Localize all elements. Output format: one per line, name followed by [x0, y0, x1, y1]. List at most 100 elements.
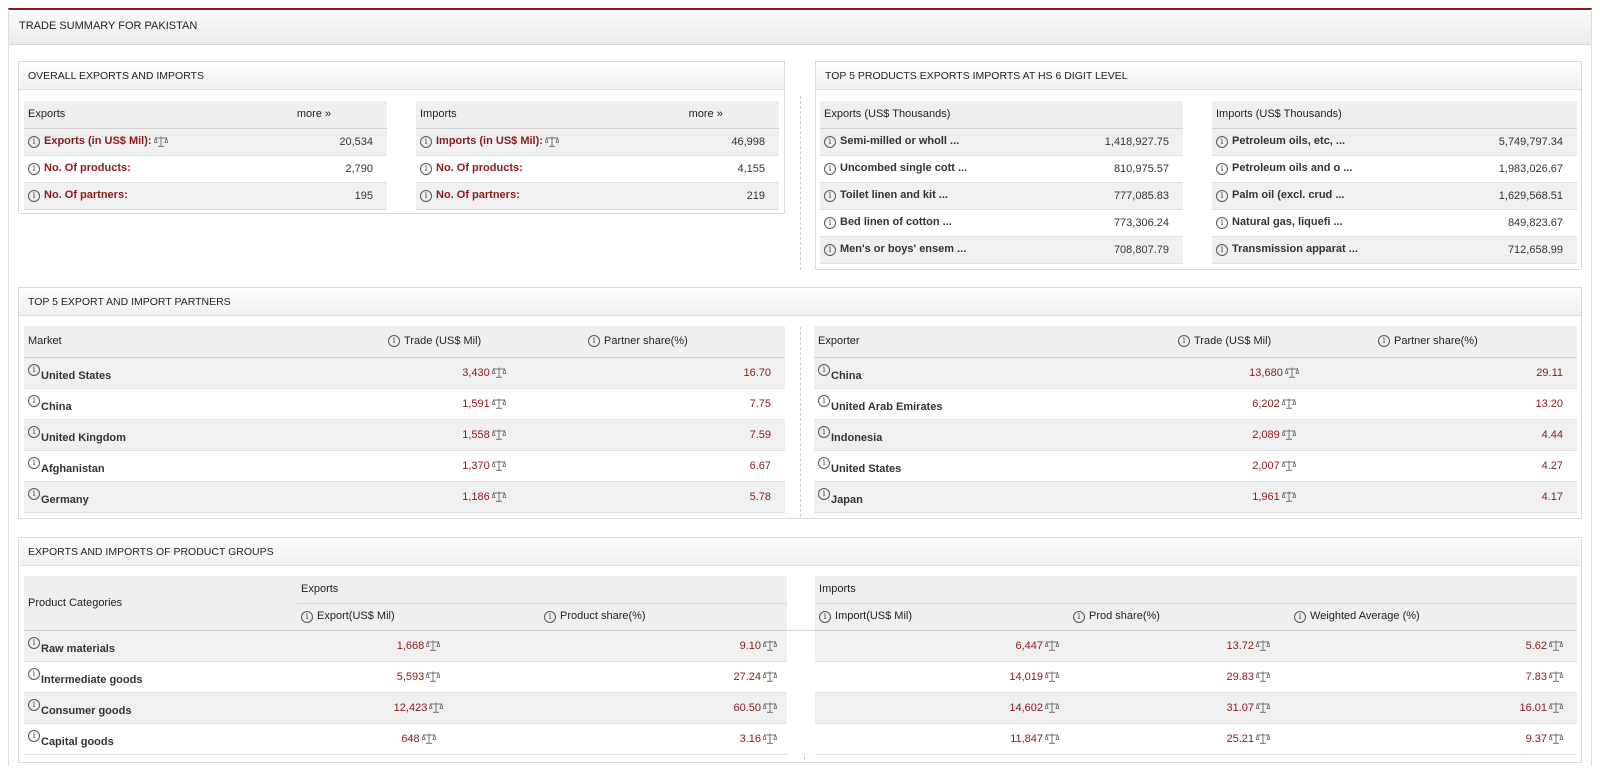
- partner-name[interactable]: Germany: [41, 488, 89, 506]
- partner-name[interactable]: Indonesia: [831, 426, 882, 444]
- info-icon[interactable]: i: [818, 487, 830, 500]
- partner-name[interactable]: Japan: [831, 488, 863, 506]
- info-icon[interactable]: i: [301, 610, 313, 623]
- overall-row-label[interactable]: Imports (in US$ Mil):: [436, 135, 543, 147]
- info-icon[interactable]: i: [28, 162, 40, 175]
- overall-row-label[interactable]: No. Of partners:: [44, 189, 128, 201]
- overall-row-label[interactable]: Exports (in US$ Mil):: [44, 135, 152, 147]
- info-icon[interactable]: i: [818, 394, 830, 407]
- info-icon[interactable]: i: [28, 189, 40, 202]
- info-icon[interactable]: i: [818, 425, 830, 438]
- partner-name[interactable]: China: [831, 364, 862, 382]
- info-icon[interactable]: i: [28, 456, 40, 469]
- product-name[interactable]: Petroleum oils, etc, ...: [1232, 135, 1345, 147]
- info-icon[interactable]: i: [28, 698, 40, 711]
- info-icon[interactable]: i: [420, 162, 432, 175]
- info-icon[interactable]: i: [28, 394, 40, 407]
- info-icon[interactable]: i: [818, 456, 830, 469]
- scale-icon[interactable]: [491, 367, 506, 378]
- partner-name[interactable]: United Arab Emirates: [831, 395, 942, 413]
- product-name[interactable]: Palm oil (excl. crud ...: [1232, 189, 1344, 201]
- info-icon[interactable]: i: [544, 610, 556, 623]
- scale-icon[interactable]: [1045, 733, 1060, 744]
- scale-icon[interactable]: [1256, 733, 1271, 744]
- product-name[interactable]: Uncombed single cott ...: [840, 162, 967, 174]
- info-icon[interactable]: i: [824, 243, 836, 256]
- partner-name[interactable]: United States: [831, 457, 901, 475]
- info-icon[interactable]: i: [28, 363, 40, 376]
- info-icon[interactable]: i: [1216, 162, 1228, 175]
- scale-icon[interactable]: [1549, 640, 1564, 651]
- product-name[interactable]: Bed linen of cotton ...: [840, 216, 952, 228]
- info-icon[interactable]: i: [1178, 335, 1190, 348]
- product-group-name[interactable]: Intermediate goods: [41, 668, 142, 686]
- info-icon[interactable]: i: [1073, 610, 1086, 623]
- partner-name[interactable]: United Kingdom: [41, 426, 126, 444]
- info-icon[interactable]: i: [1294, 610, 1307, 623]
- partner-name[interactable]: Afghanistan: [41, 457, 105, 475]
- info-icon[interactable]: i: [1378, 335, 1390, 348]
- scale-icon[interactable]: [1281, 429, 1296, 440]
- scale-icon[interactable]: [1256, 702, 1271, 713]
- info-icon[interactable]: i: [588, 335, 600, 348]
- info-icon[interactable]: i: [28, 425, 40, 438]
- scale-icon[interactable]: [491, 429, 506, 440]
- product-name[interactable]: Semi-milled or wholl ...: [840, 135, 959, 147]
- scale-icon[interactable]: [763, 702, 778, 713]
- scale-icon[interactable]: [763, 733, 778, 744]
- scale-icon[interactable]: [1281, 398, 1296, 409]
- product-group-name[interactable]: Raw materials: [41, 637, 115, 655]
- info-icon[interactable]: i: [824, 135, 836, 148]
- info-icon[interactable]: i: [824, 189, 836, 202]
- info-icon[interactable]: i: [28, 487, 40, 500]
- info-icon[interactable]: i: [1216, 216, 1228, 229]
- info-icon[interactable]: i: [388, 335, 400, 348]
- info-icon[interactable]: i: [824, 216, 836, 229]
- scale-icon[interactable]: [426, 671, 441, 682]
- scale-icon[interactable]: [544, 136, 559, 147]
- product-name[interactable]: Petroleum oils and o ...: [1232, 162, 1352, 174]
- info-icon[interactable]: i: [28, 667, 40, 680]
- scale-icon[interactable]: [491, 398, 506, 409]
- scale-icon[interactable]: [421, 733, 436, 744]
- product-name[interactable]: Toilet linen and kit ...: [840, 189, 948, 201]
- info-icon[interactable]: i: [1216, 189, 1228, 202]
- product-name[interactable]: Natural gas, liquefi ...: [1232, 216, 1343, 228]
- imports-more-link[interactable]: more »: [685, 101, 779, 128]
- info-icon[interactable]: i: [824, 162, 836, 175]
- scale-icon[interactable]: [763, 671, 778, 682]
- scale-icon[interactable]: [491, 460, 506, 471]
- info-icon[interactable]: i: [28, 729, 40, 742]
- info-icon[interactable]: i: [818, 363, 830, 376]
- info-icon[interactable]: i: [1216, 243, 1228, 256]
- scale-icon[interactable]: [763, 640, 778, 651]
- product-name[interactable]: Men's or boys' ensem ...: [840, 243, 966, 255]
- scale-icon[interactable]: [426, 640, 441, 651]
- overall-row-label[interactable]: No. Of products:: [44, 162, 131, 174]
- info-icon[interactable]: i: [819, 610, 832, 623]
- scale-icon[interactable]: [1256, 640, 1271, 651]
- partner-name[interactable]: China: [41, 395, 72, 413]
- scale-icon[interactable]: [1256, 671, 1271, 682]
- scale-icon[interactable]: [1281, 460, 1296, 471]
- scale-icon[interactable]: [153, 136, 168, 147]
- scale-icon[interactable]: [1549, 733, 1564, 744]
- scale-icon[interactable]: [1281, 491, 1296, 502]
- overall-row-label[interactable]: No. Of partners:: [436, 189, 520, 201]
- product-group-name[interactable]: Consumer goods: [41, 699, 131, 717]
- scale-icon[interactable]: [1284, 367, 1299, 378]
- info-icon[interactable]: i: [28, 135, 40, 148]
- product-group-name[interactable]: Capital goods: [41, 730, 114, 748]
- scale-icon[interactable]: [1045, 671, 1060, 682]
- scale-icon[interactable]: [1045, 640, 1060, 651]
- partner-name[interactable]: United States: [41, 364, 111, 382]
- scale-icon[interactable]: [1549, 671, 1564, 682]
- scale-icon[interactable]: [1045, 702, 1060, 713]
- overall-row-label[interactable]: No. Of products:: [436, 162, 523, 174]
- scale-icon[interactable]: [491, 491, 506, 502]
- scale-icon[interactable]: [429, 702, 444, 713]
- info-icon[interactable]: i: [420, 135, 432, 148]
- exports-more-link[interactable]: more »: [293, 101, 387, 128]
- info-icon[interactable]: i: [28, 636, 40, 649]
- info-icon[interactable]: i: [420, 189, 432, 202]
